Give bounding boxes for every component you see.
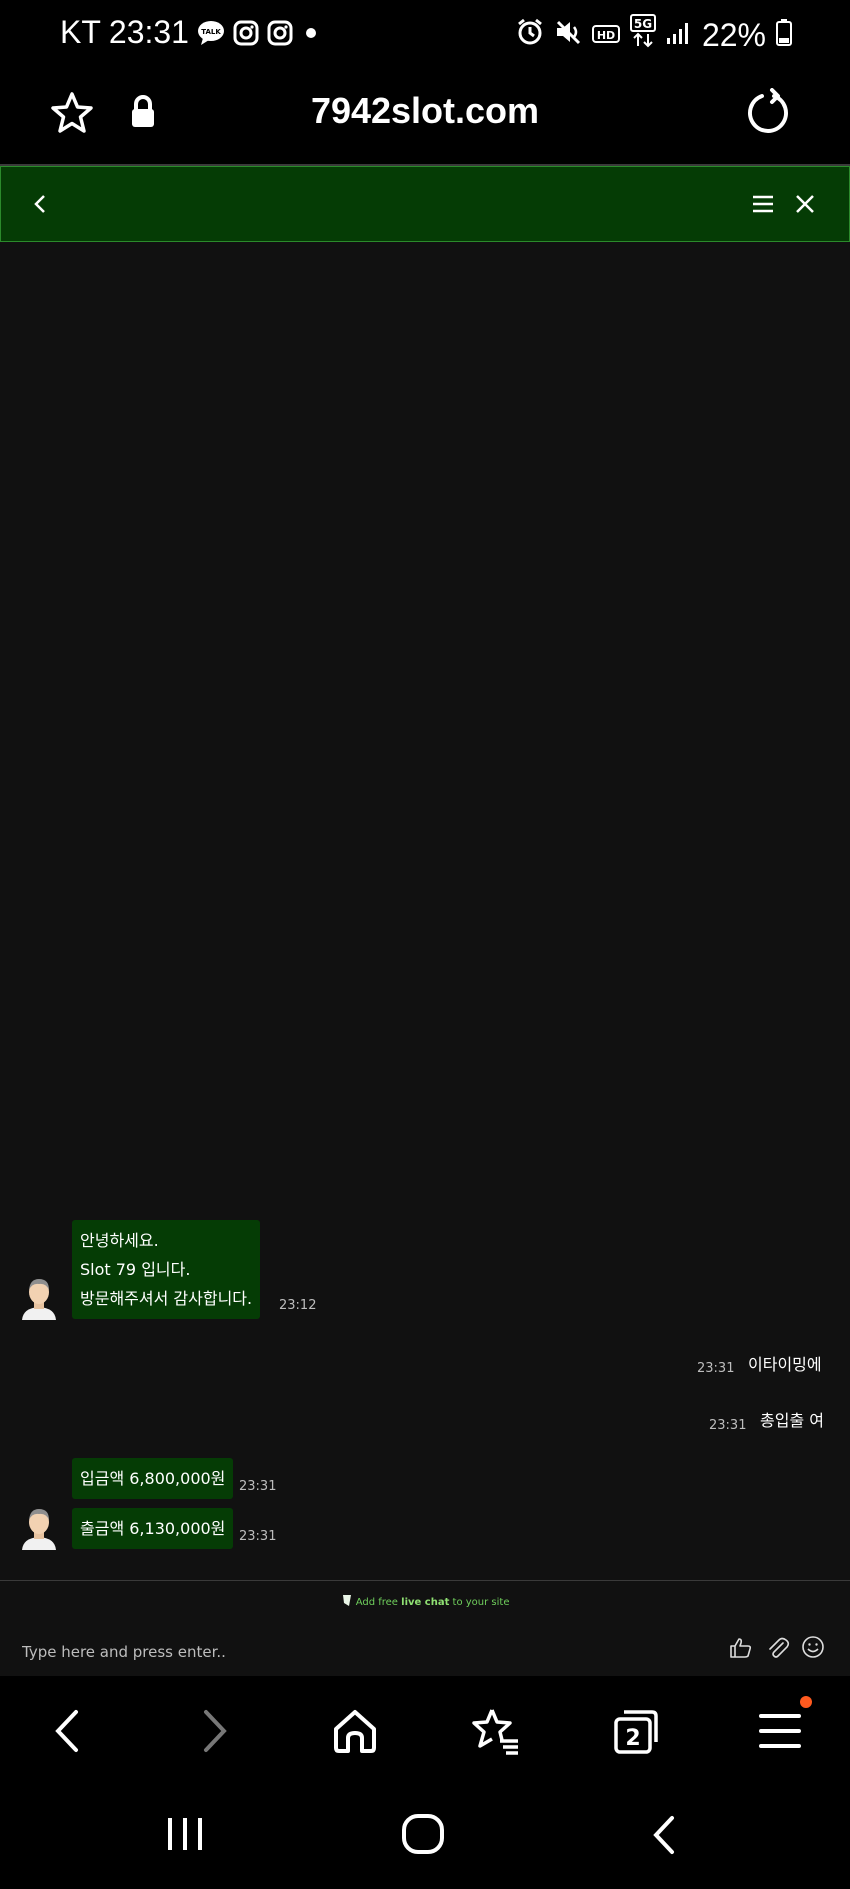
visitor-message: 총입출 여 <box>760 1411 824 1430</box>
carrier-label: KT <box>60 14 101 50</box>
instagram-icon <box>267 20 293 46</box>
svg-text:5G: 5G <box>634 17 652 31</box>
svg-text:TALK: TALK <box>201 28 221 36</box>
visitor-message: 이타이밍에 <box>748 1355 822 1374</box>
attachment-icon[interactable] <box>766 1636 790 1660</box>
browser-menu-icon[interactable] <box>753 1704 807 1758</box>
system-back-icon[interactable] <box>640 1810 690 1860</box>
message-time: 23:31 <box>709 1418 747 1433</box>
kakaotalk-icon: TALK <box>197 20 225 46</box>
url-text[interactable]: 7942slot.com <box>0 90 850 132</box>
agent-avatar <box>19 1506 59 1550</box>
more-notifications-dot-icon <box>301 23 321 43</box>
message-time: 23:31 <box>239 1529 277 1544</box>
browser-back-icon[interactable] <box>42 1704 96 1758</box>
hd-voice-icon: HD <box>591 17 620 54</box>
browser-address-bar: 7942slot.com <box>0 72 850 164</box>
menu-icon[interactable] <box>751 189 775 219</box>
message-time: 23:12 <box>279 1298 317 1313</box>
welcome-line: 안녕하세요. <box>80 1231 159 1250</box>
tawk-logo-icon <box>342 1595 351 1606</box>
powered-bold: live chat <box>401 1597 450 1608</box>
agent-message-bubble: 입금액 6,800,000원 <box>72 1458 234 1499</box>
thumbs-up-icon[interactable] <box>729 1636 753 1660</box>
signal-icon <box>666 17 692 54</box>
clock: 23:31 <box>108 14 189 50</box>
agent-message-bubble: 출금액 6,130,000원 <box>72 1508 234 1549</box>
chat-message-input[interactable] <box>20 1638 704 1666</box>
welcome-line: 방문해주셔서 감사합니다. <box>80 1289 253 1308</box>
tab-count: 2 <box>625 1726 640 1751</box>
browser-toolbar: 2 <box>0 1676 850 1786</box>
notification-dot <box>800 1696 812 1708</box>
powered-by-link[interactable]: Add free live chat to your site <box>0 1594 850 1608</box>
agent-avatar <box>19 1276 59 1320</box>
browser-forward-icon[interactable] <box>186 1704 240 1758</box>
reload-icon[interactable] <box>744 88 794 138</box>
message-time: 23:31 <box>697 1361 735 1376</box>
instagram-icon <box>233 20 259 46</box>
alarm-icon <box>516 17 544 54</box>
battery-percent: 22% <box>701 16 766 53</box>
welcome-line: Slot 79 입니다. <box>80 1260 191 1279</box>
recent-apps-icon[interactable] <box>160 1810 210 1860</box>
message-time: 23:31 <box>239 1479 277 1494</box>
status-left: KT 23:31 TALK <box>60 14 321 51</box>
battery-icon <box>776 17 792 54</box>
footer-divider <box>0 1580 850 1581</box>
chat-header <box>0 166 850 242</box>
agent-welcome-bubble: 안녕하세요. Slot 79 입니다. 방문해주셔서 감사합니다. <box>72 1220 261 1319</box>
back-arrow-icon[interactable] <box>29 189 53 219</box>
tabs-icon[interactable]: 2 <box>610 1704 664 1758</box>
bookmarks-icon[interactable] <box>468 1704 522 1758</box>
home-button-icon[interactable] <box>398 1808 452 1862</box>
close-icon[interactable] <box>793 189 817 219</box>
agent-message-text: 출금액 6,130,000원 <box>80 1519 226 1538</box>
status-right: HD 5G 22% <box>516 14 792 56</box>
5g-icon: 5G <box>629 14 656 56</box>
home-icon[interactable] <box>328 1704 382 1758</box>
system-navigation-bar <box>0 1786 850 1889</box>
svg-text:HD: HD <box>597 29 615 42</box>
powered-prefix: Add free <box>355 1597 398 1608</box>
status-bar: KT 23:31 TALK HD 5G 22% <box>0 0 850 72</box>
emoji-icon[interactable] <box>801 1635 825 1659</box>
powered-suffix: to your site <box>452 1597 510 1608</box>
chat-widget: 안녕하세요. Slot 79 입니다. 방문해주셔서 감사합니다. 23:12 … <box>0 164 850 1678</box>
agent-message-text: 입금액 6,800,000원 <box>80 1469 226 1488</box>
mute-icon <box>554 17 582 54</box>
